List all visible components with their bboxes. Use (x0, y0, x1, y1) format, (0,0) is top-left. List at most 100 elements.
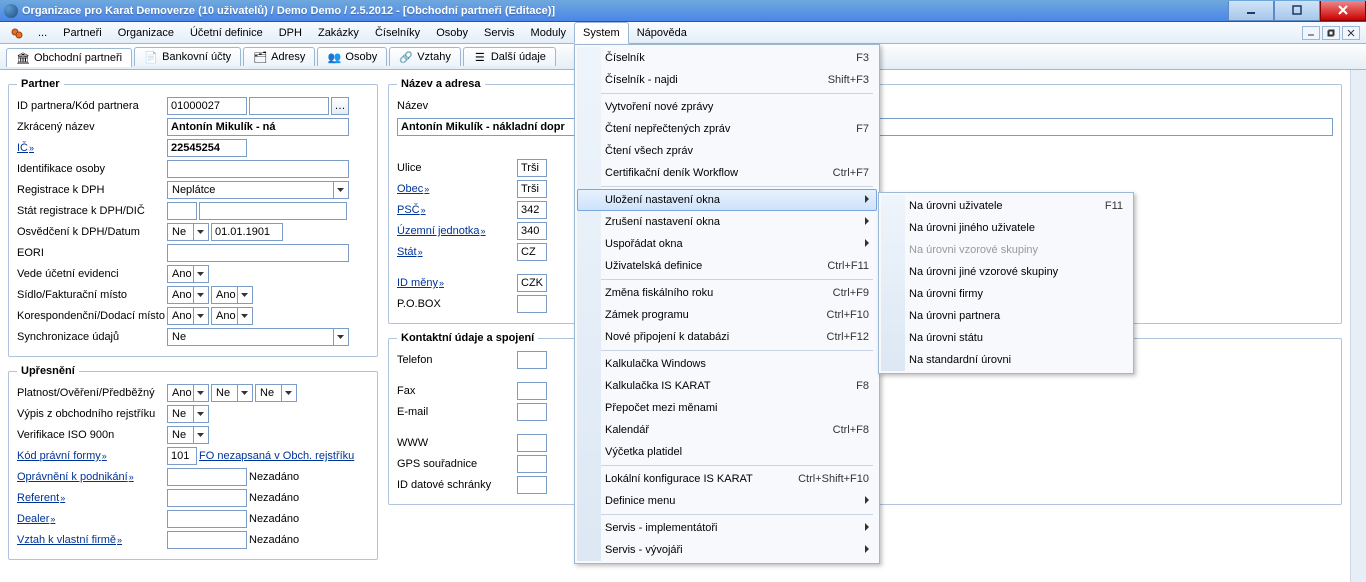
osvedceni-datum-input[interactable] (211, 223, 283, 241)
eori-input[interactable] (167, 244, 349, 262)
referent-input[interactable] (167, 489, 247, 507)
kores-select-b[interactable]: Ano (211, 307, 253, 325)
vztah-link[interactable]: Vztah k vlastní firmě (17, 534, 167, 546)
registrace-dph-select[interactable]: Neplátce (167, 181, 349, 199)
menu-partneri[interactable]: Partneři (55, 22, 110, 43)
telefon-input[interactable] (517, 351, 547, 369)
menu-item[interactable]: Definice menu (577, 490, 877, 512)
menu-more[interactable]: ... (30, 22, 55, 43)
iddat-input[interactable] (517, 476, 547, 494)
stat-reg-input[interactable] (167, 202, 197, 220)
menu-item[interactable]: Uživatelská definiceCtrl+F11 (577, 255, 877, 277)
www-input[interactable] (517, 434, 547, 452)
menu-item[interactable]: Uspořádat okna (577, 233, 877, 255)
menu-item[interactable]: Na úrovni partnera (881, 305, 1131, 327)
platnost-select-a[interactable]: Ano (167, 384, 209, 402)
menu-item[interactable]: Na úrovni jiné vzorové skupiny (881, 261, 1131, 283)
menu-ucetni[interactable]: Účetní definice (182, 22, 271, 43)
zkraceny-nazev-input[interactable] (167, 118, 349, 136)
menu-item[interactable]: Zrušení nastavení okna (577, 211, 877, 233)
idmeny-link[interactable]: ID měny (397, 277, 517, 289)
id-lookup-button[interactable]: … (331, 97, 349, 115)
menu-item[interactable]: Čtení všech zpráv (577, 140, 877, 162)
menu-item[interactable]: Certifikační deník WorkflowCtrl+F7 (577, 162, 877, 184)
mdi-restore[interactable] (1322, 26, 1340, 40)
menu-item[interactable]: Výčetka platidel (577, 441, 877, 463)
ic-link[interactable]: IČ (17, 142, 167, 154)
tab-vztahy[interactable]: 🔗Vztahy (389, 47, 461, 66)
vztah-input[interactable] (167, 531, 247, 549)
menu-item[interactable]: ČíselníkF3 (577, 47, 877, 69)
menu-zakazky[interactable]: Zakázky (310, 22, 367, 43)
ic-input[interactable] (167, 139, 247, 157)
maximize-button[interactable] (1274, 1, 1320, 21)
obec-link[interactable]: Obec (397, 183, 517, 195)
kod-partnera-input[interactable] (249, 97, 329, 115)
tab-adresy[interactable]: 🗂Adresy (243, 47, 315, 66)
menu-organizace[interactable]: Organizace (110, 22, 182, 43)
gps-input[interactable] (517, 455, 547, 473)
uzemni-input[interactable] (517, 222, 547, 240)
close-button[interactable] (1320, 1, 1366, 21)
menu-item[interactable]: Kalkulačka Windows (577, 353, 877, 375)
menu-dph[interactable]: DPH (271, 22, 310, 43)
menu-napoveda[interactable]: Nápověda (629, 22, 695, 43)
kod-pravni-formy-link[interactable]: Kód právní formy (17, 450, 167, 462)
dealer-link[interactable]: Dealer (17, 513, 167, 525)
stat-input[interactable] (517, 243, 547, 261)
kod-pravni-input[interactable] (167, 447, 197, 465)
vertical-scrollbar[interactable] (1350, 70, 1366, 582)
osvedceni-select[interactable]: Ne (167, 223, 209, 241)
identifikace-input[interactable] (167, 160, 349, 178)
menu-item[interactable]: Na standardní úrovni (881, 349, 1131, 371)
pobox-input[interactable] (517, 295, 547, 313)
menu-item[interactable]: Změna fiskálního rokuCtrl+F9 (577, 282, 877, 304)
tab-dalsi-udaje[interactable]: ☰Další údaje (463, 47, 556, 66)
vede-evidenci-select[interactable]: Ano (167, 265, 209, 283)
menu-ciselniky[interactable]: Číselníky (367, 22, 428, 43)
kores-select-a[interactable]: Ano (167, 307, 209, 325)
referent-link[interactable]: Referent (17, 492, 167, 504)
kod-pravni-text[interactable]: FO nezapsaná v Obch. rejstříku (199, 450, 354, 462)
vypis-select[interactable]: Ne (167, 405, 209, 423)
menu-item[interactable]: Servis - vývojáři (577, 539, 877, 561)
menu-moduly[interactable]: Moduly (523, 22, 574, 43)
mdi-close[interactable] (1342, 26, 1360, 40)
id-partnera-input[interactable] (167, 97, 247, 115)
stat-link[interactable]: Stát (397, 246, 517, 258)
sync-select[interactable]: Ne (167, 328, 349, 346)
tab-obchodni-partneri[interactable]: 🏛Obchodní partneři (6, 48, 132, 67)
menu-item[interactable]: Číselník - najdiShift+F3 (577, 69, 877, 91)
menu-servis[interactable]: Servis (476, 22, 523, 43)
menu-item[interactable]: Lokální konfigurace IS KARATCtrl+Shift+F… (577, 468, 877, 490)
platnost-select-b[interactable]: Ne (211, 384, 253, 402)
psc-input[interactable] (517, 201, 547, 219)
obec-input[interactable] (517, 180, 547, 198)
uzemni-link[interactable]: Územní jednotka (397, 225, 517, 237)
menu-item[interactable]: KalendářCtrl+F8 (577, 419, 877, 441)
menu-item[interactable]: Na úrovni uživateleF11 (881, 195, 1131, 217)
opravneni-link[interactable]: Oprávnění k podnikání (17, 471, 167, 483)
menu-item[interactable]: Na úrovni jiného uživatele (881, 217, 1131, 239)
fax-input[interactable] (517, 382, 547, 400)
menu-item[interactable]: Čtení nepřečtených zprávF7 (577, 118, 877, 140)
menu-item[interactable]: Servis - implementátoři (577, 517, 877, 539)
sidlo-select-a[interactable]: Ano (167, 286, 209, 304)
verifikace-select[interactable]: Ne (167, 426, 209, 444)
menu-item[interactable]: Vytvoření nové zprávy (577, 96, 877, 118)
opravneni-input[interactable] (167, 468, 247, 486)
menu-item[interactable]: Na úrovni státu (881, 327, 1131, 349)
mdi-minimize[interactable] (1302, 26, 1320, 40)
idmeny-input[interactable] (517, 274, 547, 292)
menu-item[interactable]: Přepočet mezi měnami (577, 397, 877, 419)
dic-input[interactable] (199, 202, 347, 220)
menu-system[interactable]: System (574, 22, 629, 44)
menu-item[interactable]: Na úrovni firmy (881, 283, 1131, 305)
tab-osoby[interactable]: 👥Osoby (317, 47, 387, 66)
sidlo-select-b[interactable]: Ano (211, 286, 253, 304)
menu-item[interactable]: Uložení nastavení okna (577, 189, 877, 211)
email-input[interactable] (517, 403, 547, 421)
ulice-input[interactable] (517, 159, 547, 177)
menu-item[interactable]: Kalkulačka IS KARATF8 (577, 375, 877, 397)
minimize-button[interactable] (1228, 1, 1274, 21)
